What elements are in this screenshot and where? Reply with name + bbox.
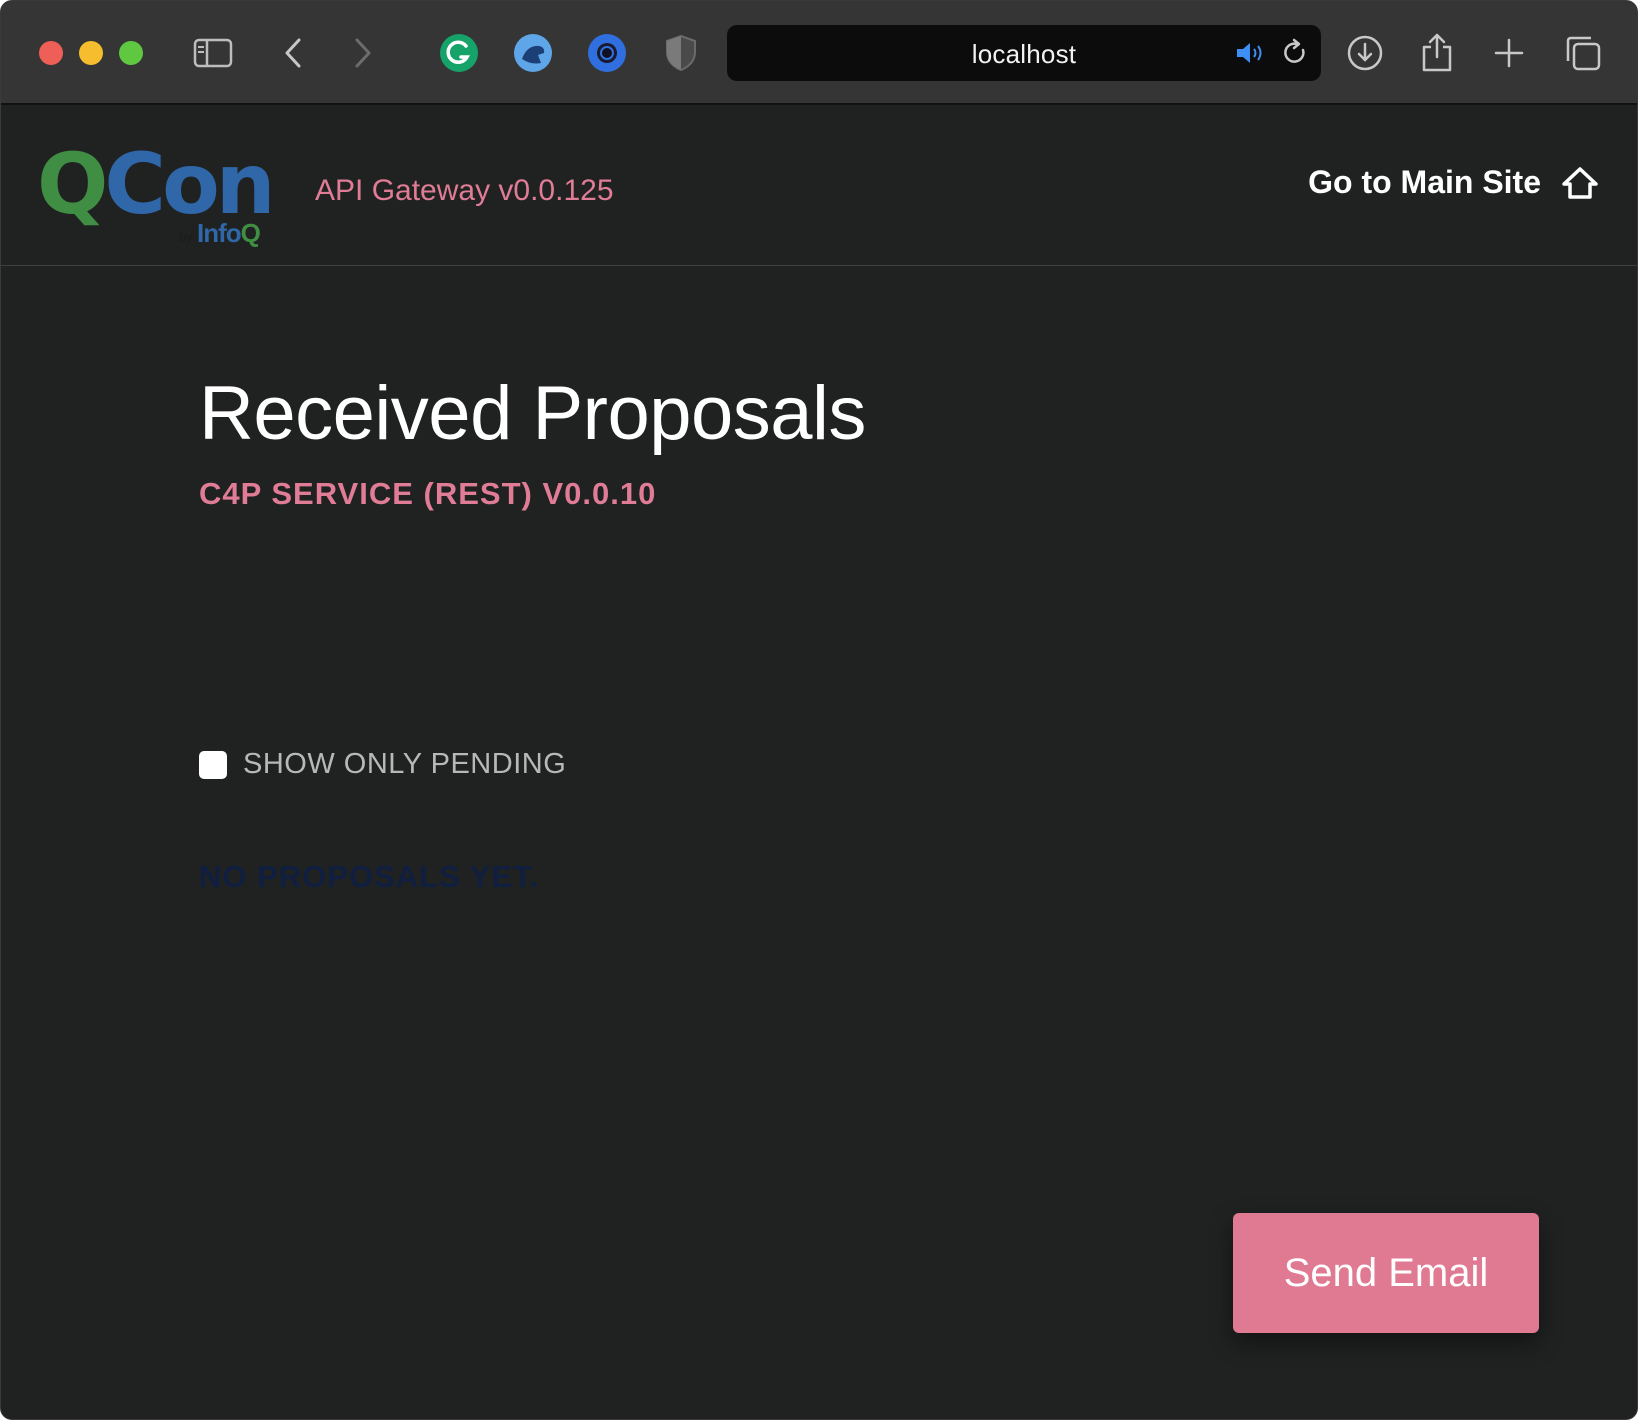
send-email-button[interactable]: Send Email bbox=[1233, 1213, 1539, 1333]
browser-toolbar: localhost bbox=[1, 1, 1637, 105]
empty-proposals-message: NO PROPOSALS YET. bbox=[199, 859, 540, 894]
reload-icon[interactable] bbox=[1281, 38, 1309, 73]
home-icon bbox=[1562, 166, 1598, 199]
address-bar[interactable]: localhost bbox=[727, 25, 1321, 81]
infoq-wordmark: InfoQ bbox=[197, 218, 261, 248]
forward-icon[interactable] bbox=[341, 31, 385, 75]
page: QCon by InfoQ API Gateway v0.0.125 Go to… bbox=[1, 106, 1637, 1419]
pending-filter[interactable]: SHOW ONLY PENDING bbox=[199, 748, 566, 781]
service-label: C4P SERVICE (REST) V0.0.10 bbox=[199, 476, 657, 511]
tab-overview-icon[interactable] bbox=[1561, 31, 1605, 75]
logo-by-text: by bbox=[179, 230, 194, 244]
minimize-window-button[interactable] bbox=[79, 41, 103, 65]
grammarly-icon[interactable] bbox=[437, 31, 481, 75]
qcon-logo[interactable]: QCon by InfoQ bbox=[37, 135, 277, 250]
browser-window: localhost QCon by InfoQ API Gateway v0.0… bbox=[0, 0, 1638, 1420]
share-icon[interactable] bbox=[1415, 31, 1459, 75]
shield-icon[interactable] bbox=[659, 31, 703, 75]
gateway-version: API Gateway v0.0.125 bbox=[315, 174, 614, 207]
download-icon[interactable] bbox=[1343, 31, 1387, 75]
close-window-button[interactable] bbox=[39, 41, 63, 65]
page-title: Received Proposals bbox=[199, 371, 866, 456]
site-header: QCon by InfoQ API Gateway v0.0.125 Go to… bbox=[1, 106, 1637, 266]
extension-ring-icon[interactable] bbox=[585, 31, 629, 75]
show-only-pending-label[interactable]: SHOW ONLY PENDING bbox=[243, 748, 566, 781]
show-only-pending-checkbox[interactable] bbox=[199, 750, 227, 779]
speaker-icon[interactable] bbox=[1235, 40, 1265, 71]
zoom-window-button[interactable] bbox=[119, 41, 143, 65]
back-icon[interactable] bbox=[271, 31, 315, 75]
url-text: localhost bbox=[971, 39, 1077, 69]
sidebar-icon[interactable] bbox=[191, 31, 235, 75]
main-site-link[interactable]: Go to Main Site bbox=[1308, 164, 1599, 201]
extension-bird-icon[interactable] bbox=[511, 31, 555, 75]
main-site-link-label: Go to Main Site bbox=[1308, 164, 1541, 200]
new-tab-icon[interactable] bbox=[1487, 31, 1531, 75]
proposals-section: Received Proposals C4P SERVICE (REST) V0… bbox=[199, 371, 1399, 894]
